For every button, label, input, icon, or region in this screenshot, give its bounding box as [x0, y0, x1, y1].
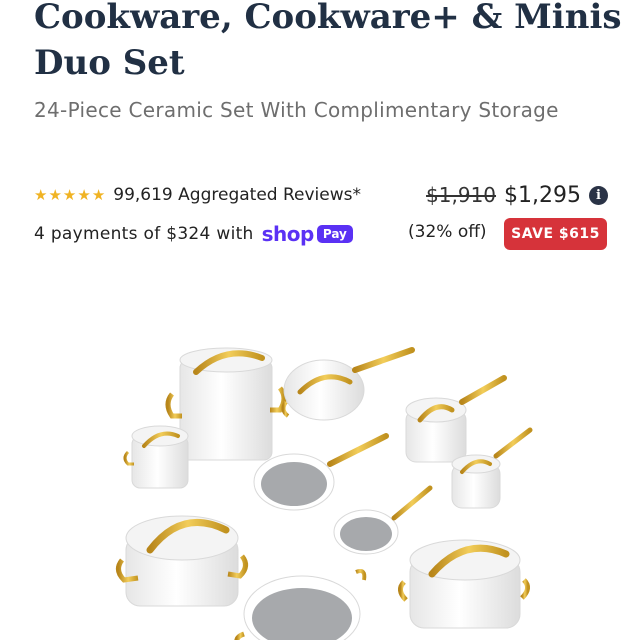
casserole: [398, 539, 530, 629]
original-price: $1,910: [426, 183, 497, 207]
product-subtitle: 24-Piece Ceramic Set With Complimentary …: [34, 98, 559, 122]
dutch-oven: [116, 515, 248, 607]
saucepan: [405, 375, 507, 463]
fry-pan: [253, 433, 389, 511]
installments-row[interactable]: 4 payments of $324 with shop Pay: [34, 220, 353, 248]
reviews-link[interactable]: 99,619 Aggregated Reviews*: [113, 185, 361, 205]
shop-pay-badge: Pay: [316, 225, 353, 243]
star-rating: ★ ★ ★ ★ ★: [34, 185, 106, 204]
star-icon: ★: [62, 185, 77, 204]
price-row: $1,910 $1,295 i: [426, 180, 608, 210]
shop-pay-logo: shop: [261, 222, 315, 246]
saute-pan: [281, 347, 415, 421]
mini-pot: [123, 425, 189, 489]
star-icon: ★: [91, 185, 106, 204]
star-icon: ★: [48, 185, 62, 204]
sale-price: $1,295: [504, 182, 581, 208]
info-icon[interactable]: i: [589, 185, 608, 205]
small-fry-pan: [333, 485, 433, 555]
save-badge: SAVE $615: [504, 218, 607, 250]
star-icon: ★: [34, 185, 48, 204]
installments-text: 4 payments of $324 with: [34, 224, 254, 244]
wok-pan: [234, 569, 367, 640]
star-icon: ★: [77, 185, 91, 204]
percent-off: (32% off): [408, 222, 487, 242]
rating-row[interactable]: ★ ★ ★ ★ ★ 99,619 Aggregated Reviews*: [34, 182, 361, 208]
product-image[interactable]: [0, 260, 640, 640]
product-title: Cookware, Cookware+ & Minis Duo Set: [34, 0, 622, 83]
